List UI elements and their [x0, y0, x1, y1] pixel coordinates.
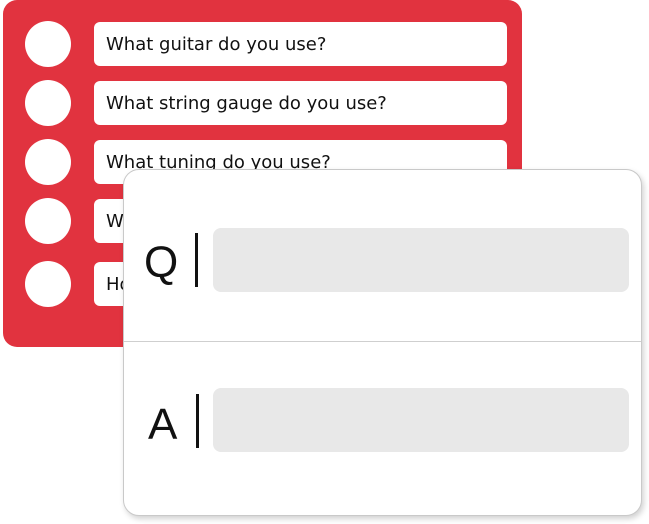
- radio-dot[interactable]: [25, 139, 71, 185]
- qa-card: Q A: [123, 169, 642, 516]
- question-label[interactable]: What string gauge do you use?: [94, 81, 507, 125]
- text-cursor: [196, 394, 199, 448]
- list-item[interactable]: What guitar do you use?: [3, 21, 522, 67]
- answer-letter: A: [148, 400, 178, 449]
- question-input[interactable]: [213, 228, 629, 292]
- question-letter: Q: [144, 238, 179, 287]
- question-label[interactable]: What guitar do you use?: [94, 22, 507, 66]
- radio-dot[interactable]: [25, 261, 71, 307]
- radio-dot[interactable]: [25, 198, 71, 244]
- answer-input[interactable]: [213, 388, 629, 452]
- text-cursor: [195, 233, 198, 287]
- stage: What guitar do you use? What string gaug…: [0, 0, 649, 524]
- list-item[interactable]: What string gauge do you use?: [3, 80, 522, 126]
- radio-dot[interactable]: [25, 21, 71, 67]
- divider: [124, 341, 641, 342]
- radio-dot[interactable]: [25, 80, 71, 126]
